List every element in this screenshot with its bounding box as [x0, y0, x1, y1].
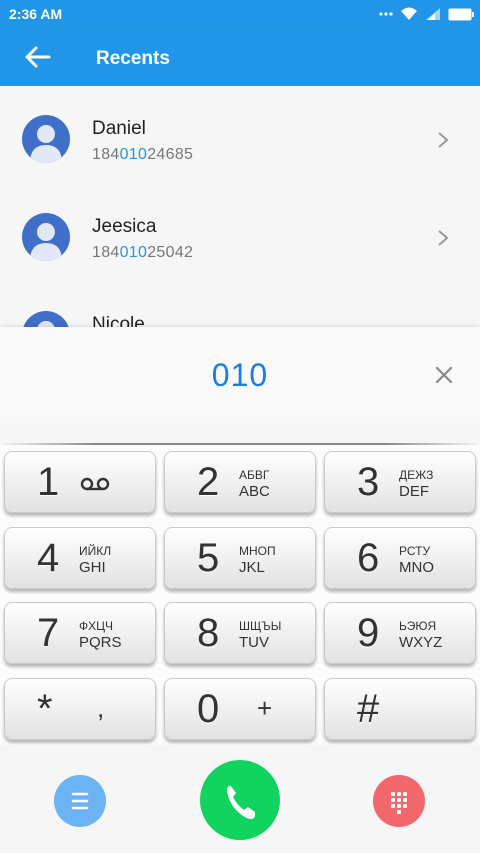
key-0[interactable]: 0 + [164, 678, 316, 740]
avatar [22, 311, 70, 327]
key-5[interactable]: 5 МНОП JKL [164, 527, 316, 589]
dialer-screen: 2:36 AM Recents Daniel 18401024685 Jeesi… [0, 0, 480, 853]
number-display: 010 [0, 327, 480, 423]
page-title: Recents [96, 48, 170, 69]
recents-list[interactable]: Daniel 18401024685 Jeesica 18401025042 N… [0, 86, 480, 327]
contact-number: 18401025042 [92, 244, 194, 261]
key-1[interactable]: 1 [4, 451, 156, 513]
dialpad-button[interactable] [373, 775, 425, 827]
status-bar: 2:36 AM [0, 0, 480, 28]
menu-button[interactable] [54, 775, 106, 827]
person-icon [37, 321, 55, 327]
status-icons [379, 6, 474, 22]
call-button[interactable] [200, 760, 280, 840]
key-8[interactable]: 8 ШЩЪЫ TUV [164, 602, 316, 664]
contact-row-jeesica[interactable]: Jeesica 18401025042 [0, 184, 480, 282]
contact-row-nicole[interactable]: Nicole [0, 282, 480, 327]
keypad-divider [0, 423, 480, 445]
bottom-actions [0, 745, 480, 853]
battery-icon [448, 8, 474, 20]
contact-name: Nicole [92, 314, 145, 327]
contact-name: Jeesica [92, 216, 157, 237]
key-2[interactable]: 2 АБВГ ABC [164, 451, 316, 513]
person-icon [30, 223, 62, 261]
contact-number: 18401024685 [92, 146, 194, 163]
phone-icon [227, 786, 255, 819]
app-bar: Recents [0, 28, 480, 86]
key-3[interactable]: 3 ДЕЖЗ DEF [324, 451, 476, 513]
key-7[interactable]: 7 ФХЦЧ PQRS [4, 602, 156, 664]
key-star[interactable]: * , [4, 678, 156, 740]
status-time: 2:36 AM [9, 6, 63, 22]
wifi-icon [401, 7, 417, 20]
dots-icon [379, 12, 393, 16]
back-arrow-icon[interactable] [24, 45, 52, 69]
menu-icon [71, 792, 89, 810]
entered-number: 010 [211, 357, 269, 393]
key-hash[interactable]: # [324, 678, 476, 740]
avatar [22, 213, 70, 261]
keypad: 1 2 АБВГ ABC 3 ДЕЖЗ DEF 4 ИЙКЛ GHI 5 МНО… [0, 445, 480, 745]
dialpad-icon [391, 792, 407, 814]
avatar [22, 115, 70, 163]
person-icon [30, 125, 62, 163]
contact-name: Daniel [92, 118, 146, 139]
key-6[interactable]: 6 РСТУ MNO [324, 527, 476, 589]
signal-icon [426, 8, 440, 20]
key-9[interactable]: 9 ЬЭЮЯ WXYZ [324, 602, 476, 664]
chevron-right-icon[interactable] [436, 229, 450, 247]
voicemail-icon [80, 477, 110, 491]
close-icon[interactable] [434, 365, 454, 385]
chevron-right-icon[interactable] [436, 131, 450, 149]
key-4[interactable]: 4 ИЙКЛ GHI [4, 527, 156, 589]
contact-row-daniel[interactable]: Daniel 18401024685 [0, 86, 480, 184]
